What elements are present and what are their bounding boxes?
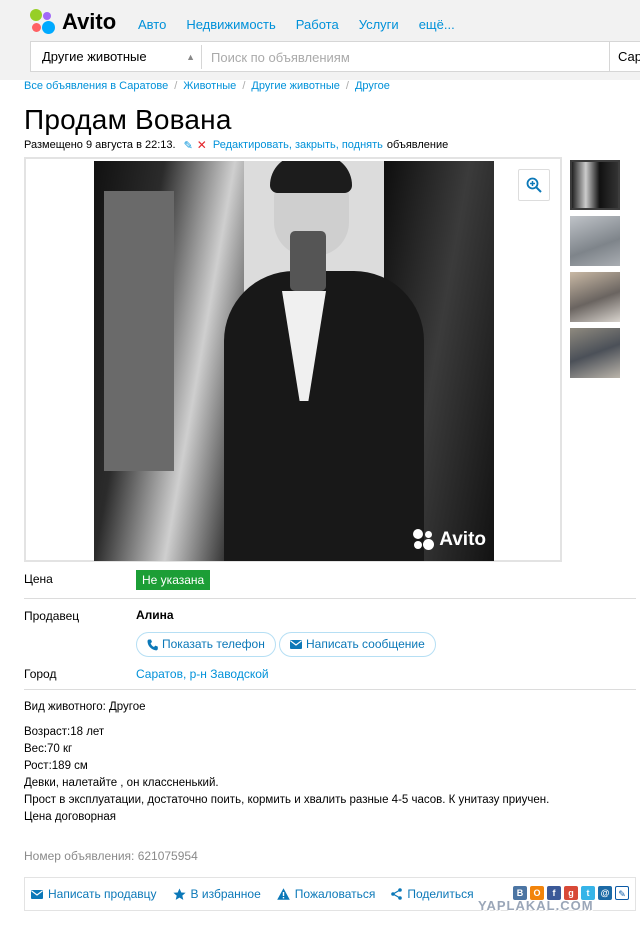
write-message-label: Написать сообщение — [306, 637, 425, 651]
animal-type: Вид животного: Другое — [24, 701, 146, 713]
search-input[interactable] — [211, 45, 611, 69]
nav-services[interactable]: Услуги — [359, 17, 399, 32]
breadcrumb-other-animals[interactable]: Другие животные — [251, 80, 340, 92]
nav-more[interactable]: ещё... — [419, 17, 455, 32]
page-title: Продам Вована — [24, 104, 232, 135]
mailru-icon[interactable]: @ — [598, 886, 612, 900]
select-arrows-icon: ▲ — [186, 52, 195, 62]
ad-number: Номер объявления: 621075954 — [24, 849, 198, 863]
share-icon — [391, 888, 403, 900]
edit-listing-link[interactable]: Редактировать, закрыть, поднять — [213, 139, 383, 151]
write-seller-button[interactable]: Написать продавцу — [31, 887, 157, 901]
description-line: Возраст:18 лет — [24, 726, 105, 738]
city-value[interactable]: Саратов, р-н Заводской — [136, 667, 269, 681]
zoom-in-icon — [526, 177, 542, 193]
seller-name: Алина — [136, 608, 174, 622]
category-select-value: Другие животные — [42, 49, 147, 64]
nav-realty[interactable]: Недвижимость — [186, 17, 275, 32]
breadcrumb-all[interactable]: Все объявления в Саратове — [24, 80, 168, 92]
top-nav: Авто Недвижимость Работа Услуги ещё... — [138, 17, 475, 32]
livejournal-icon[interactable]: ✎ — [615, 886, 629, 900]
envelope-icon — [290, 640, 302, 649]
share-label: Поделиться — [407, 887, 474, 901]
city-label: Город — [24, 667, 57, 681]
thumbnail[interactable] — [570, 328, 620, 378]
favorite-button[interactable]: В избранное — [172, 887, 261, 901]
avito-watermark-icon — [413, 529, 435, 551]
description-line: Девки, налетайте , он классненький. — [24, 777, 219, 789]
write-seller-label: Написать продавцу — [48, 887, 157, 901]
price-badge: Не указана — [136, 570, 211, 590]
description-line: Цена договорная — [24, 811, 117, 823]
description-text: Возраст:18 лет Вес:70 кг Рост:189 см Дев… — [24, 724, 549, 826]
avito-logo[interactable]: Avito — [30, 9, 116, 35]
favorite-label: В избранное — [190, 887, 261, 901]
site-watermark: YAPLAKAL.COM — [478, 898, 594, 913]
nav-jobs[interactable]: Работа — [296, 17, 339, 32]
photo-watermark: Avito — [413, 529, 486, 551]
pencil-icon[interactable]: ✎ — [184, 139, 193, 152]
city-select[interactable]: Сара — [609, 41, 640, 72]
thumbnail[interactable] — [570, 272, 620, 322]
description-line: Рост:189 см — [24, 760, 88, 772]
zoom-button[interactable] — [518, 169, 550, 201]
photo-thumbnails — [570, 160, 620, 384]
breadcrumb: Все объявления в Саратове / Животные / Други… — [24, 80, 390, 92]
listing-meta: Размещено 9 августа в 22:13. ✎ ✕ Редакти… — [24, 138, 448, 152]
close-icon[interactable]: ✕ — [197, 138, 207, 152]
complain-button[interactable]: Пожаловаться — [276, 887, 376, 901]
description-line: Вес:70 кг — [24, 743, 73, 755]
phone-icon — [147, 639, 158, 650]
thumbnail[interactable] — [570, 160, 620, 210]
write-message-button[interactable]: Написать сообщение — [279, 632, 436, 657]
description-line: Прост в эксплуатации, достаточно поить, … — [24, 794, 550, 806]
avito-logo-icon — [30, 9, 58, 35]
breadcrumb-animals[interactable]: Животные — [183, 80, 236, 92]
star-icon — [172, 888, 186, 900]
category-select[interactable]: Другие животные ▲ — [34, 45, 202, 69]
breadcrumb-other[interactable]: Другое — [355, 80, 390, 92]
main-photo[interactable]: Avito — [94, 161, 494, 561]
site-header: Avito Авто Недвижимость Работа Услуги ещ… — [0, 0, 640, 80]
divider — [24, 689, 636, 690]
seller-label: Продавец — [24, 609, 80, 623]
show-phone-button[interactable]: Показать телефон — [136, 632, 276, 657]
search-bar: Другие животные ▲ Сара — [30, 41, 640, 72]
warning-icon — [276, 888, 290, 900]
complain-label: Пожаловаться — [294, 887, 376, 901]
show-phone-label: Показать телефон — [162, 637, 265, 651]
nav-auto[interactable]: Авто — [138, 17, 166, 32]
watermark-text: Avito — [439, 529, 486, 550]
edit-suffix: объявление — [386, 139, 449, 151]
price-label: Цена — [24, 572, 53, 586]
photo-gallery: Avito — [24, 157, 562, 562]
envelope-icon — [31, 889, 43, 899]
logo-text: Avito — [62, 9, 117, 34]
divider — [24, 598, 636, 599]
posted-date: Размещено 9 августа в 22:13. — [24, 139, 176, 151]
thumbnail[interactable] — [570, 216, 620, 266]
share-button[interactable]: Поделиться — [391, 887, 474, 901]
